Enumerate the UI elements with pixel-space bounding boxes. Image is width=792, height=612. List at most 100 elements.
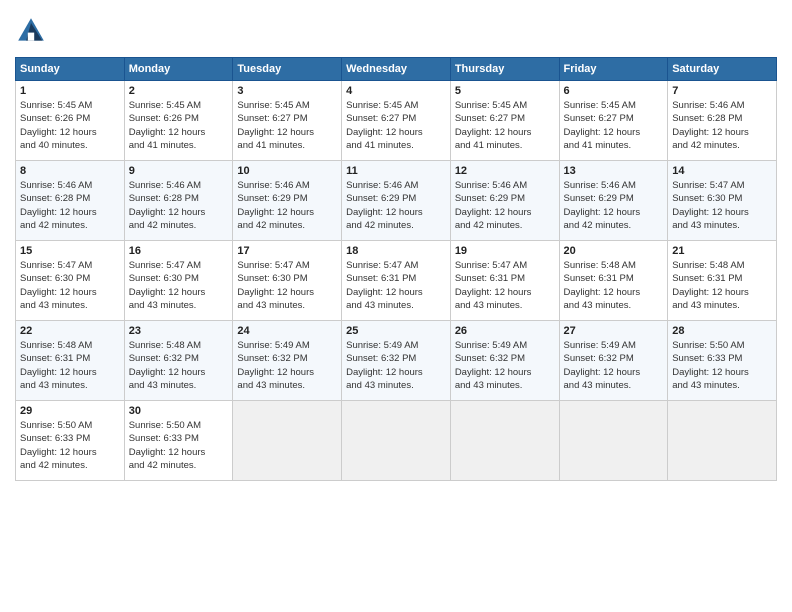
col-header-friday: Friday [559, 58, 668, 81]
day-number: 4 [346, 85, 446, 97]
calendar-cell: 25 Sunrise: 5:49 AM Sunset: 6:32 PM Dayl… [342, 321, 451, 401]
day-number: 18 [346, 245, 446, 257]
calendar-cell: 27 Sunrise: 5:49 AM Sunset: 6:32 PM Dayl… [559, 321, 668, 401]
day-number: 16 [129, 245, 229, 257]
calendar-cell: 3 Sunrise: 5:45 AM Sunset: 6:27 PM Dayli… [233, 81, 342, 161]
day-info: Sunrise: 5:45 AM Sunset: 6:26 PM Dayligh… [129, 99, 229, 152]
calendar-cell: 11 Sunrise: 5:46 AM Sunset: 6:29 PM Dayl… [342, 161, 451, 241]
calendar-cell: 26 Sunrise: 5:49 AM Sunset: 6:32 PM Dayl… [450, 321, 559, 401]
day-number: 27 [564, 325, 664, 337]
day-info: Sunrise: 5:45 AM Sunset: 6:27 PM Dayligh… [346, 99, 446, 152]
day-number: 5 [455, 85, 555, 97]
calendar-cell: 10 Sunrise: 5:46 AM Sunset: 6:29 PM Dayl… [233, 161, 342, 241]
day-number: 24 [237, 325, 337, 337]
day-number: 7 [672, 85, 772, 97]
col-header-thursday: Thursday [450, 58, 559, 81]
day-info: Sunrise: 5:50 AM Sunset: 6:33 PM Dayligh… [129, 419, 229, 472]
day-info: Sunrise: 5:47 AM Sunset: 6:30 PM Dayligh… [129, 259, 229, 312]
day-number: 21 [672, 245, 772, 257]
calendar-cell: 12 Sunrise: 5:46 AM Sunset: 6:29 PM Dayl… [450, 161, 559, 241]
day-info: Sunrise: 5:49 AM Sunset: 6:32 PM Dayligh… [564, 339, 664, 392]
day-info: Sunrise: 5:46 AM Sunset: 6:28 PM Dayligh… [672, 99, 772, 152]
calendar-cell: 18 Sunrise: 5:47 AM Sunset: 6:31 PM Dayl… [342, 241, 451, 321]
logo-icon [15, 15, 47, 47]
calendar-cell: 1 Sunrise: 5:45 AM Sunset: 6:26 PM Dayli… [16, 81, 125, 161]
calendar-cell: 29 Sunrise: 5:50 AM Sunset: 6:33 PM Dayl… [16, 401, 125, 481]
day-info: Sunrise: 5:46 AM Sunset: 6:29 PM Dayligh… [346, 179, 446, 232]
day-number: 30 [129, 405, 229, 417]
day-number: 25 [346, 325, 446, 337]
day-info: Sunrise: 5:47 AM Sunset: 6:31 PM Dayligh… [455, 259, 555, 312]
col-header-wednesday: Wednesday [342, 58, 451, 81]
day-info: Sunrise: 5:48 AM Sunset: 6:32 PM Dayligh… [129, 339, 229, 392]
day-number: 23 [129, 325, 229, 337]
calendar-cell [668, 401, 777, 481]
calendar-cell: 23 Sunrise: 5:48 AM Sunset: 6:32 PM Dayl… [124, 321, 233, 401]
day-info: Sunrise: 5:45 AM Sunset: 6:27 PM Dayligh… [455, 99, 555, 152]
col-header-monday: Monday [124, 58, 233, 81]
calendar-cell: 7 Sunrise: 5:46 AM Sunset: 6:28 PM Dayli… [668, 81, 777, 161]
day-number: 19 [455, 245, 555, 257]
calendar-row-3: 22 Sunrise: 5:48 AM Sunset: 6:31 PM Dayl… [16, 321, 777, 401]
day-number: 6 [564, 85, 664, 97]
day-info: Sunrise: 5:47 AM Sunset: 6:30 PM Dayligh… [20, 259, 120, 312]
calendar-cell: 28 Sunrise: 5:50 AM Sunset: 6:33 PM Dayl… [668, 321, 777, 401]
page: SundayMondayTuesdayWednesdayThursdayFrid… [0, 0, 792, 612]
day-number: 1 [20, 85, 120, 97]
day-number: 22 [20, 325, 120, 337]
calendar-cell: 6 Sunrise: 5:45 AM Sunset: 6:27 PM Dayli… [559, 81, 668, 161]
calendar-row-1: 8 Sunrise: 5:46 AM Sunset: 6:28 PM Dayli… [16, 161, 777, 241]
calendar-cell [342, 401, 451, 481]
day-info: Sunrise: 5:50 AM Sunset: 6:33 PM Dayligh… [672, 339, 772, 392]
day-number: 29 [20, 405, 120, 417]
calendar-cell: 2 Sunrise: 5:45 AM Sunset: 6:26 PM Dayli… [124, 81, 233, 161]
calendar-cell: 20 Sunrise: 5:48 AM Sunset: 6:31 PM Dayl… [559, 241, 668, 321]
day-number: 28 [672, 325, 772, 337]
calendar-header-row: SundayMondayTuesdayWednesdayThursdayFrid… [16, 58, 777, 81]
calendar-cell [450, 401, 559, 481]
calendar-cell: 30 Sunrise: 5:50 AM Sunset: 6:33 PM Dayl… [124, 401, 233, 481]
calendar-row-4: 29 Sunrise: 5:50 AM Sunset: 6:33 PM Dayl… [16, 401, 777, 481]
day-number: 14 [672, 165, 772, 177]
col-header-saturday: Saturday [668, 58, 777, 81]
day-info: Sunrise: 5:48 AM Sunset: 6:31 PM Dayligh… [564, 259, 664, 312]
day-number: 15 [20, 245, 120, 257]
calendar-cell: 4 Sunrise: 5:45 AM Sunset: 6:27 PM Dayli… [342, 81, 451, 161]
day-number: 8 [20, 165, 120, 177]
day-number: 13 [564, 165, 664, 177]
day-info: Sunrise: 5:46 AM Sunset: 6:28 PM Dayligh… [20, 179, 120, 232]
day-info: Sunrise: 5:46 AM Sunset: 6:29 PM Dayligh… [237, 179, 337, 232]
calendar-cell: 17 Sunrise: 5:47 AM Sunset: 6:30 PM Dayl… [233, 241, 342, 321]
day-number: 10 [237, 165, 337, 177]
day-info: Sunrise: 5:47 AM Sunset: 6:30 PM Dayligh… [237, 259, 337, 312]
day-info: Sunrise: 5:49 AM Sunset: 6:32 PM Dayligh… [455, 339, 555, 392]
day-info: Sunrise: 5:47 AM Sunset: 6:30 PM Dayligh… [672, 179, 772, 232]
day-info: Sunrise: 5:48 AM Sunset: 6:31 PM Dayligh… [20, 339, 120, 392]
header [15, 15, 777, 47]
day-info: Sunrise: 5:45 AM Sunset: 6:27 PM Dayligh… [237, 99, 337, 152]
calendar-cell [559, 401, 668, 481]
calendar-cell: 14 Sunrise: 5:47 AM Sunset: 6:30 PM Dayl… [668, 161, 777, 241]
day-info: Sunrise: 5:49 AM Sunset: 6:32 PM Dayligh… [346, 339, 446, 392]
calendar-cell: 24 Sunrise: 5:49 AM Sunset: 6:32 PM Dayl… [233, 321, 342, 401]
day-info: Sunrise: 5:48 AM Sunset: 6:31 PM Dayligh… [672, 259, 772, 312]
day-number: 9 [129, 165, 229, 177]
calendar-cell [233, 401, 342, 481]
day-info: Sunrise: 5:46 AM Sunset: 6:29 PM Dayligh… [564, 179, 664, 232]
day-info: Sunrise: 5:46 AM Sunset: 6:29 PM Dayligh… [455, 179, 555, 232]
day-info: Sunrise: 5:45 AM Sunset: 6:27 PM Dayligh… [564, 99, 664, 152]
calendar-cell: 8 Sunrise: 5:46 AM Sunset: 6:28 PM Dayli… [16, 161, 125, 241]
calendar-cell: 5 Sunrise: 5:45 AM Sunset: 6:27 PM Dayli… [450, 81, 559, 161]
day-number: 20 [564, 245, 664, 257]
calendar-table: SundayMondayTuesdayWednesdayThursdayFrid… [15, 57, 777, 481]
day-info: Sunrise: 5:47 AM Sunset: 6:31 PM Dayligh… [346, 259, 446, 312]
day-number: 17 [237, 245, 337, 257]
day-info: Sunrise: 5:46 AM Sunset: 6:28 PM Dayligh… [129, 179, 229, 232]
day-number: 12 [455, 165, 555, 177]
day-info: Sunrise: 5:45 AM Sunset: 6:26 PM Dayligh… [20, 99, 120, 152]
calendar-cell: 22 Sunrise: 5:48 AM Sunset: 6:31 PM Dayl… [16, 321, 125, 401]
calendar-row-0: 1 Sunrise: 5:45 AM Sunset: 6:26 PM Dayli… [16, 81, 777, 161]
calendar-cell: 16 Sunrise: 5:47 AM Sunset: 6:30 PM Dayl… [124, 241, 233, 321]
day-number: 3 [237, 85, 337, 97]
calendar-cell: 21 Sunrise: 5:48 AM Sunset: 6:31 PM Dayl… [668, 241, 777, 321]
